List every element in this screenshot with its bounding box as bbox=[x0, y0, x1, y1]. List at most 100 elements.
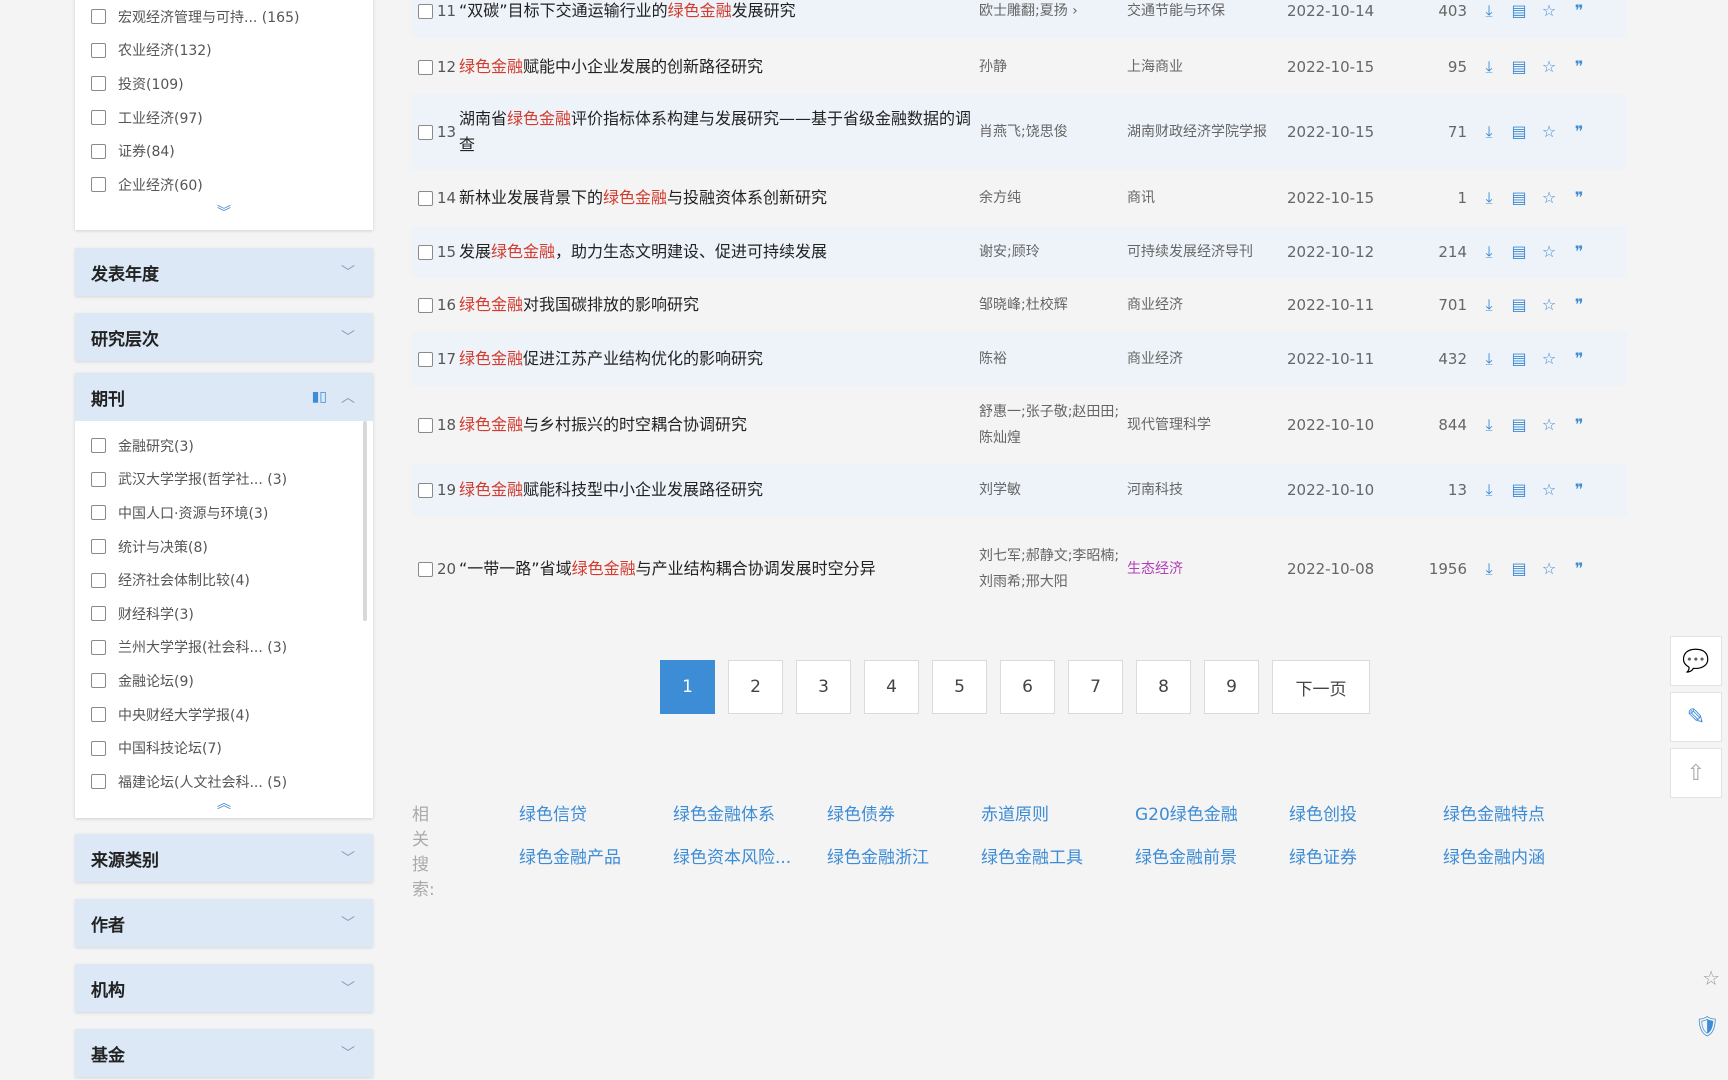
facet-item[interactable]: 农业经济(132) bbox=[91, 34, 373, 68]
read-icon[interactable]: ▤ bbox=[1509, 188, 1529, 208]
facet-item[interactable]: 统计与决策(8) bbox=[91, 530, 373, 564]
related-term-link[interactable]: 赤道原则 bbox=[981, 800, 1135, 825]
facet-item[interactable]: 中央财经大学学报(4) bbox=[91, 698, 373, 732]
read-icon[interactable]: ▤ bbox=[1509, 349, 1529, 369]
related-term-link[interactable]: 绿色金融工具 bbox=[981, 843, 1135, 868]
result-title-link[interactable]: 绿色金融对我国碳排放的影响研究 bbox=[459, 292, 979, 318]
page-button[interactable]: 1 bbox=[660, 660, 715, 714]
star-icon[interactable]: ☆ bbox=[1539, 188, 1559, 208]
facet-checkbox[interactable] bbox=[91, 673, 106, 689]
read-icon[interactable]: ▤ bbox=[1509, 57, 1529, 77]
expand-more-icon[interactable]: ︾ bbox=[75, 202, 373, 222]
row-checkbox[interactable] bbox=[418, 482, 433, 498]
facet-checkbox[interactable] bbox=[91, 110, 106, 126]
pen-icon[interactable]: ✎ bbox=[1670, 692, 1722, 742]
quote-icon[interactable]: ❞ bbox=[1569, 57, 1589, 77]
facet-checkbox[interactable] bbox=[91, 438, 106, 454]
facet-item[interactable]: 武汉大学学报(哲学社... (3) bbox=[91, 463, 373, 497]
read-icon[interactable]: ▤ bbox=[1509, 415, 1529, 435]
related-term-link[interactable]: 绿色金融特点 bbox=[1443, 800, 1597, 825]
facet-checkbox[interactable] bbox=[91, 606, 106, 622]
quote-icon[interactable]: ❞ bbox=[1569, 415, 1589, 435]
facet-checkbox[interactable] bbox=[91, 177, 106, 193]
download-icon[interactable]: ⤓ bbox=[1479, 122, 1499, 142]
read-icon[interactable]: ▤ bbox=[1509, 1, 1529, 21]
quote-icon[interactable]: ❞ bbox=[1569, 480, 1589, 500]
page-button[interactable]: 8 bbox=[1136, 660, 1191, 714]
bar-chart-icon[interactable]: ▮▯ bbox=[312, 389, 327, 405]
download-icon[interactable]: ⤓ bbox=[1479, 295, 1499, 315]
related-term-link[interactable]: 绿色金融体系 bbox=[673, 800, 827, 825]
result-title-link[interactable]: 绿色金融赋能科技型中小企业发展路径研究 bbox=[459, 477, 979, 503]
result-title-link[interactable]: 新林业发展背景下的绿色金融与投融资体系创新研究 bbox=[459, 185, 979, 211]
section-fund[interactable]: 基金 ﹀ bbox=[75, 1029, 373, 1077]
facet-item[interactable]: 证券(84) bbox=[91, 134, 373, 168]
facet-checkbox[interactable] bbox=[91, 9, 106, 25]
star-icon[interactable]: ☆ bbox=[1539, 295, 1559, 315]
facet-item[interactable]: 中国人口·资源与环境(3) bbox=[91, 496, 373, 530]
related-term-link[interactable]: 绿色金融产品 bbox=[519, 843, 673, 868]
facet-checkbox[interactable] bbox=[91, 471, 106, 487]
download-icon[interactable]: ⤓ bbox=[1479, 349, 1499, 369]
star-icon[interactable]: ☆ bbox=[1539, 480, 1559, 500]
page-button[interactable]: 5 bbox=[932, 660, 987, 714]
page-button[interactable]: 3 bbox=[796, 660, 851, 714]
collapse-less-icon[interactable]: ︽ bbox=[75, 793, 373, 813]
related-term-link[interactable]: 绿色证券 bbox=[1289, 843, 1443, 868]
star-icon[interactable]: ☆ bbox=[1539, 122, 1559, 142]
quote-icon[interactable]: ❞ bbox=[1569, 559, 1589, 579]
row-checkbox[interactable] bbox=[418, 417, 433, 433]
facet-item[interactable]: 中国科技论坛(7) bbox=[91, 731, 373, 765]
download-icon[interactable]: ⤓ bbox=[1479, 480, 1499, 500]
facet-checkbox[interactable] bbox=[91, 639, 106, 655]
star-icon[interactable]: ☆ bbox=[1539, 1, 1559, 21]
download-icon[interactable]: ⤓ bbox=[1479, 242, 1499, 262]
section-level[interactable]: 研究层次 ﹀ bbox=[75, 313, 373, 361]
download-icon[interactable]: ⤓ bbox=[1479, 415, 1499, 435]
facet-checkbox[interactable] bbox=[91, 572, 106, 588]
related-term-link[interactable]: 绿色债券 bbox=[827, 800, 981, 825]
star-icon[interactable]: ☆ bbox=[1539, 559, 1559, 579]
star-icon[interactable]: ☆ bbox=[1539, 415, 1559, 435]
star-icon[interactable]: ☆ bbox=[1539, 242, 1559, 262]
download-icon[interactable]: ⤓ bbox=[1479, 57, 1499, 77]
related-term-link[interactable]: 绿色信贷 bbox=[519, 800, 673, 825]
feedback-icon[interactable]: 💬 bbox=[1670, 636, 1722, 686]
page-button[interactable]: 7 bbox=[1068, 660, 1123, 714]
download-icon[interactable]: ⤓ bbox=[1479, 1, 1499, 21]
related-term-link[interactable]: 绿色资本风险... bbox=[673, 843, 827, 868]
facet-item[interactable]: 投资(109) bbox=[91, 67, 373, 101]
read-icon[interactable]: ▤ bbox=[1509, 242, 1529, 262]
facet-checkbox[interactable] bbox=[91, 143, 106, 159]
facet-checkbox[interactable] bbox=[91, 740, 106, 756]
read-icon[interactable]: ▤ bbox=[1509, 480, 1529, 500]
result-title-link[interactable]: 发展绿色金融，助力生态文明建设、促进可持续发展 bbox=[459, 239, 979, 265]
quote-icon[interactable]: ❞ bbox=[1569, 295, 1589, 315]
row-checkbox[interactable] bbox=[418, 190, 433, 206]
page-button[interactable]: 2 bbox=[728, 660, 783, 714]
result-title-link[interactable]: “一带一路”省域绿色金融与产业结构耦合协调发展时空分异 bbox=[459, 556, 979, 582]
related-term-link[interactable]: 绿色金融内涵 bbox=[1443, 843, 1597, 868]
facet-item[interactable]: 经济社会体制比较(4) bbox=[91, 563, 373, 597]
row-checkbox[interactable] bbox=[418, 351, 433, 367]
facet-item[interactable]: 工业经济(97) bbox=[91, 101, 373, 135]
related-term-link[interactable]: 绿色创投 bbox=[1289, 800, 1443, 825]
result-title-link[interactable]: 绿色金融促进江苏产业结构优化的影响研究 bbox=[459, 346, 979, 372]
section-author[interactable]: 作者 ﹀ bbox=[75, 899, 373, 947]
facet-checkbox[interactable] bbox=[91, 774, 106, 790]
facet-item[interactable]: 宏观经济管理与可持... (165) bbox=[91, 0, 373, 34]
related-term-link[interactable]: 绿色金融前景 bbox=[1135, 843, 1289, 868]
star-icon[interactable]: ☆ bbox=[1539, 349, 1559, 369]
shield-icon[interactable]: 🛡 bbox=[1695, 1014, 1720, 1038]
facet-item[interactable]: 财经科学(3) bbox=[91, 597, 373, 631]
quote-icon[interactable]: ❞ bbox=[1569, 188, 1589, 208]
quote-icon[interactable]: ❞ bbox=[1569, 349, 1589, 369]
download-icon[interactable]: ⤓ bbox=[1479, 559, 1499, 579]
facet-item[interactable]: 金融研究(3) bbox=[91, 429, 373, 463]
row-checkbox[interactable] bbox=[418, 59, 433, 75]
result-title-link[interactable]: “双碳”目标下交通运输行业的绿色金融发展研究 bbox=[459, 0, 979, 24]
page-button[interactable]: 9 bbox=[1204, 660, 1259, 714]
row-checkbox[interactable] bbox=[418, 3, 433, 19]
page-button[interactable]: 4 bbox=[864, 660, 919, 714]
facet-checkbox[interactable] bbox=[91, 42, 106, 58]
